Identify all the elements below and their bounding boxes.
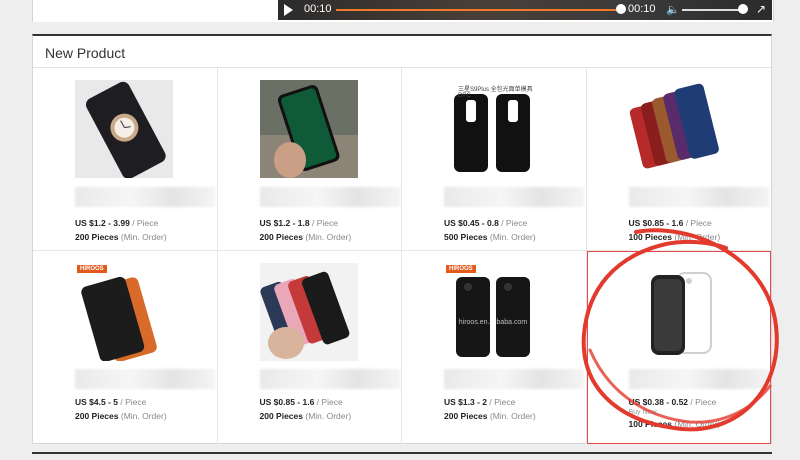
product-moq: 200 Pieces (Min. Order) [259, 232, 352, 242]
product-moq: 200 Pieces (Min. Order) [75, 411, 167, 421]
product-card[interactable]: HIROOS US $4.5 - 5 / Piece 200 Pieces (M… [33, 251, 218, 444]
product-card[interactable]: US $1.2 - 1.8 / Piece 200 Pieces (Min. O… [217, 68, 402, 251]
product-price: US $4.5 - 5 / Piece [75, 397, 147, 407]
product-price: US $1.2 - 3.99 / Piece [75, 218, 159, 228]
product-image[interactable] [628, 80, 727, 178]
product-card[interactable]: US $1.2 - 3.99 / Piece 200 Pieces (Min. … [33, 68, 218, 251]
volume-knob[interactable] [738, 4, 748, 14]
product-moq: 200 Pieces (Min. Order) [259, 411, 352, 421]
volume-slider[interactable] [682, 9, 742, 11]
red-circle-annotation [581, 228, 779, 432]
video-current-time: 00:10 [304, 3, 332, 15]
product-name-blurred[interactable] [259, 187, 400, 207]
video-controls: 00:10 00:10 🔈 ↗ [278, 0, 772, 20]
product-name-blurred[interactable] [628, 187, 769, 207]
product-card[interactable]: HIROOS hiroos.en.alibaba.com US $1.3 - 2… [402, 251, 587, 444]
product-price: US $0.85 - 1.6 / Piece [259, 397, 343, 407]
product-image[interactable]: 三星S9Plus 全包光面单模具DPC [444, 80, 542, 178]
image-caption: 三星S9Plus 全包光面单模具DPC [458, 87, 533, 99]
product-image[interactable] [259, 80, 358, 178]
product-price: US $1.3 - 2 / Piece [444, 397, 516, 407]
volume-icon[interactable]: 🔈 [666, 3, 680, 16]
product-name-blurred[interactable] [75, 187, 215, 207]
brand-tag: HIROOS [446, 265, 476, 273]
product-moq: 200 Pieces (Min. Order) [75, 232, 167, 242]
play-icon[interactable] [284, 4, 293, 16]
product-image[interactable]: HIROOS hiroos.en.alibaba.com [444, 263, 542, 361]
video-progress-bar[interactable] [336, 9, 622, 11]
product-card[interactable]: US $0.85 - 1.6 / Piece 100 Pieces (Min. … [586, 68, 771, 251]
video-progress-knob[interactable] [616, 4, 626, 14]
product-image[interactable] [259, 263, 358, 361]
section-title: New Product [45, 45, 126, 61]
brand-tag: HIROOS [77, 265, 107, 273]
product-moq: 200 Pieces (Min. Order) [444, 411, 536, 421]
bottom-divider [32, 452, 772, 454]
product-price: US $1.2 - 1.8 / Piece [259, 218, 338, 228]
product-price: US $0.45 - 0.8 / Piece [444, 218, 528, 228]
product-name-blurred[interactable] [444, 187, 584, 207]
video-duration: 00:10 [628, 3, 656, 15]
product-moq: 500 Pieces (Min. Order) [444, 232, 536, 242]
product-name-blurred[interactable] [75, 369, 215, 389]
product-name-blurred[interactable] [259, 369, 400, 389]
product-name-blurred[interactable] [444, 369, 584, 389]
product-card[interactable]: 三星S9Plus 全包光面单模具DPC US $0.45 - 0.8 / Pie… [402, 68, 587, 251]
product-image[interactable] [75, 80, 173, 178]
fullscreen-icon[interactable]: ↗ [756, 2, 766, 16]
image-watermark: hiroos.en.alibaba.com [458, 319, 528, 326]
product-image[interactable]: HIROOS [75, 263, 173, 361]
product-card[interactable]: US $0.85 - 1.6 / Piece 200 Pieces (Min. … [218, 251, 402, 444]
